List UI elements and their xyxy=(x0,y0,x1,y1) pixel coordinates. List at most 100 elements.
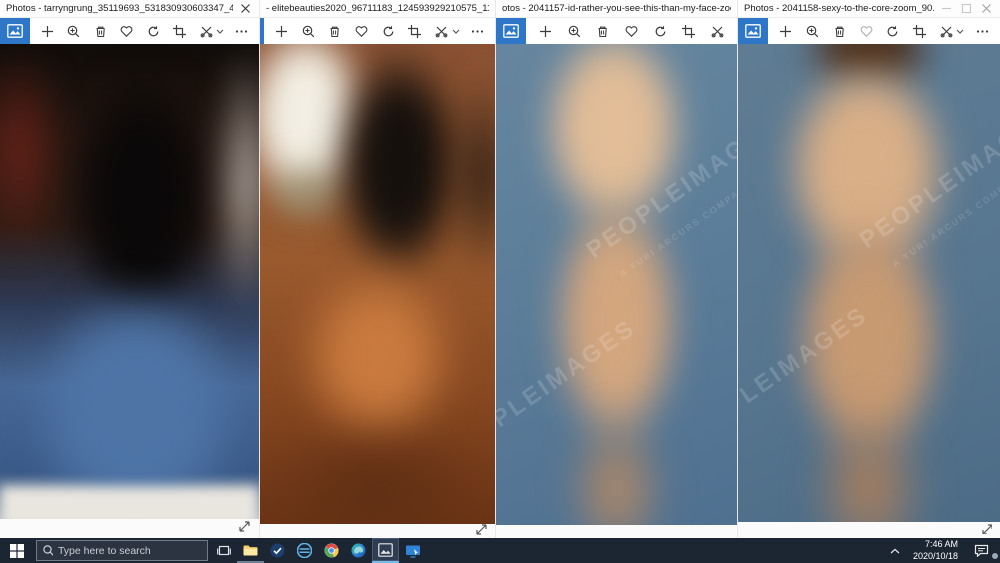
edit-create-button[interactable] xyxy=(433,22,460,40)
favorite-icon[interactable] xyxy=(857,22,875,40)
check-app-button[interactable] xyxy=(264,538,291,563)
crop-icon[interactable] xyxy=(406,22,424,40)
photos-logo-icon[interactable] xyxy=(0,18,30,44)
edit-create-icon[interactable] xyxy=(708,22,726,40)
remote-monitor-icon xyxy=(405,544,421,558)
titlebar[interactable]: Photos - tarryngrung_35119693_5318309306… xyxy=(0,0,259,18)
edge-icon xyxy=(351,543,366,558)
toolbar xyxy=(260,18,495,44)
toolbar xyxy=(738,18,1000,44)
photo-placeholder[interactable]: PEOPLEIMAGES A YURI ARCURS COMPANY PEOPL… xyxy=(738,44,1000,522)
edit-create-icon xyxy=(197,22,215,40)
delete-icon[interactable] xyxy=(91,22,109,40)
photos-window-4: Photos - 2041158-sexy-to-the-core-zoom_9… xyxy=(738,0,1000,538)
crop-icon[interactable] xyxy=(680,22,698,40)
zoom-icon[interactable] xyxy=(565,22,583,40)
chevron-down-icon xyxy=(216,22,224,40)
zoom-icon[interactable] xyxy=(804,22,822,40)
zoom-icon[interactable] xyxy=(299,22,317,40)
clock-date: 2020/10/18 xyxy=(913,551,958,562)
see-more-icon[interactable] xyxy=(973,22,991,40)
photo-placeholder[interactable] xyxy=(260,44,495,524)
toolbar xyxy=(496,18,737,44)
edit-create-icon xyxy=(433,22,451,40)
photos-window-2: - elitebeauties2020_96711183_12459392921… xyxy=(260,0,495,538)
minimize-icon[interactable] xyxy=(938,1,954,17)
internet-explorer-icon xyxy=(297,543,312,558)
photo-placeholder[interactable] xyxy=(0,44,259,519)
crop-icon[interactable] xyxy=(171,22,189,40)
action-center-icon xyxy=(974,544,989,557)
chrome-button[interactable] xyxy=(318,538,345,563)
start-button[interactable] xyxy=(0,538,34,563)
resize-handle-icon[interactable] xyxy=(238,520,251,538)
add-icon[interactable] xyxy=(38,22,56,40)
check-app-icon xyxy=(270,543,285,558)
photos-logo-icon[interactable] xyxy=(496,18,526,44)
window-title: Photos - tarryngrung_35119693_5318309306… xyxy=(6,3,233,14)
taskbar-clock[interactable]: 7:46 AM 2020/10/18 xyxy=(909,539,962,562)
maximize-icon[interactable] xyxy=(958,1,974,17)
see-more-icon[interactable] xyxy=(468,22,486,40)
zoom-icon[interactable] xyxy=(65,22,83,40)
rotate-icon[interactable] xyxy=(651,22,669,40)
file-explorer-icon xyxy=(243,544,258,556)
photos-taskbar-icon xyxy=(378,543,393,557)
add-icon[interactable] xyxy=(273,22,291,40)
close-icon[interactable] xyxy=(237,1,253,17)
delete-icon[interactable] xyxy=(326,22,344,40)
photos-app-button[interactable] xyxy=(372,538,399,563)
see-more-icon[interactable] xyxy=(233,22,251,40)
rotate-icon[interactable] xyxy=(379,22,397,40)
taskbar-search[interactable] xyxy=(36,540,208,561)
chevron-up-icon xyxy=(890,548,900,554)
window-bottom-strip xyxy=(496,525,737,538)
window-bottom-strip xyxy=(260,524,495,538)
titlebar[interactable]: otos - 2041157-id-rather-you-see-this-th… xyxy=(496,0,737,18)
photos-window-3: otos - 2041157-id-rather-you-see-this-th… xyxy=(496,0,737,538)
remote-monitor-button[interactable] xyxy=(399,538,426,563)
edit-create-icon xyxy=(937,22,955,40)
rotate-icon[interactable] xyxy=(884,22,902,40)
search-input[interactable] xyxy=(58,545,201,557)
window-title: otos - 2041157-id-rather-you-see-this-th… xyxy=(502,3,731,14)
clock-time: 7:46 AM xyxy=(913,539,958,550)
delete-icon[interactable] xyxy=(594,22,612,40)
file-explorer-button[interactable] xyxy=(237,538,264,563)
show-hidden-icons-button[interactable] xyxy=(885,548,905,554)
delete-icon[interactable] xyxy=(830,22,848,40)
close-icon[interactable] xyxy=(978,1,994,17)
toolbar xyxy=(0,18,259,44)
photos-window-1: Photos - tarryngrung_35119693_5318309306… xyxy=(0,0,259,538)
resize-handle-icon[interactable] xyxy=(981,521,992,539)
windows-logo-icon xyxy=(10,544,24,558)
window-title: Photos - 2041158-sexy-to-the-core-zoom_9… xyxy=(744,3,934,14)
task-view-button[interactable] xyxy=(210,538,237,563)
add-icon[interactable] xyxy=(777,22,795,40)
favorite-icon[interactable] xyxy=(623,22,641,40)
task-view-icon xyxy=(217,544,231,557)
window-bottom-strip xyxy=(0,519,259,538)
chevron-down-icon xyxy=(452,22,460,40)
favorite-icon[interactable] xyxy=(118,22,136,40)
edge-button[interactable] xyxy=(345,538,372,563)
rotate-icon[interactable] xyxy=(144,22,162,40)
favorite-icon[interactable] xyxy=(353,22,371,40)
chevron-down-icon xyxy=(956,22,964,40)
search-icon xyxy=(43,545,53,556)
edit-create-button[interactable] xyxy=(937,22,964,40)
window-title: - elitebeauties2020_96711183_12459392921… xyxy=(266,3,489,14)
titlebar[interactable]: Photos - 2041158-sexy-to-the-core-zoom_9… xyxy=(738,0,1000,18)
taskbar-spacer xyxy=(426,538,885,563)
taskbar: 7:46 AM 2020/10/18 xyxy=(0,538,1000,563)
add-icon[interactable] xyxy=(537,22,555,40)
photo-placeholder[interactable]: PEOPLEIMAGES A YURI ARCURS COMPANY PEOPL… xyxy=(496,44,737,525)
edit-create-button[interactable] xyxy=(197,22,224,40)
titlebar[interactable]: - elitebeauties2020_96711183_12459392921… xyxy=(260,0,495,18)
window-bottom-strip xyxy=(738,522,1000,538)
notification-badge xyxy=(991,552,999,560)
photos-logo-icon[interactable] xyxy=(738,18,768,44)
action-center-button[interactable] xyxy=(966,544,996,557)
crop-icon[interactable] xyxy=(911,22,929,40)
internet-explorer-button[interactable] xyxy=(291,538,318,563)
